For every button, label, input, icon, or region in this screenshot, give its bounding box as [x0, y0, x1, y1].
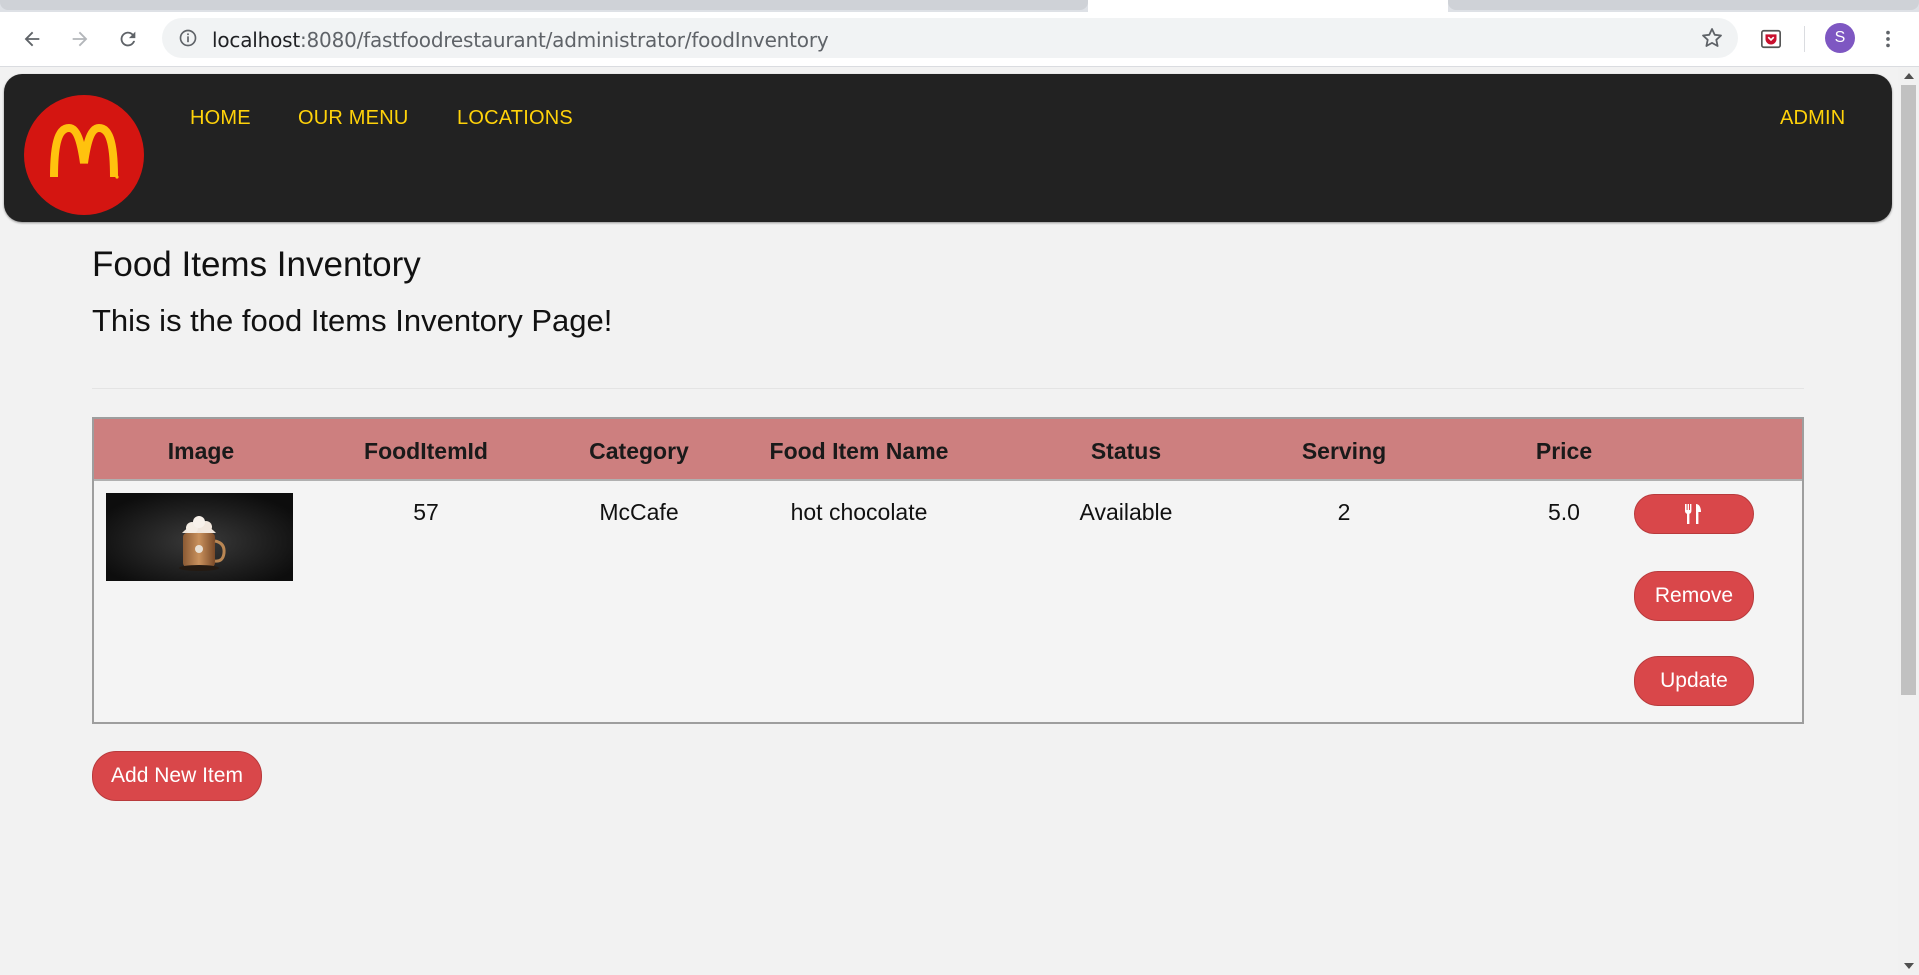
- toolbar-separator: [1804, 26, 1805, 52]
- kebab-menu-icon: [1886, 30, 1890, 48]
- cell-food-item-name: hot chocolate: [790, 499, 928, 525]
- column-header-serving: Serving: [1301, 438, 1387, 464]
- cell-fooditemid: 57: [413, 499, 439, 525]
- cell-status: Available: [1079, 499, 1173, 525]
- cell-serving: 2: [1337, 499, 1351, 525]
- reload-button[interactable]: [114, 25, 142, 53]
- remove-button[interactable]: Remove: [1634, 571, 1754, 621]
- tab-strip: [0, 0, 1919, 12]
- info-icon[interactable]: [178, 28, 198, 48]
- column-header-price: Price: [1535, 438, 1593, 464]
- cell-category: McCafe: [599, 499, 679, 525]
- reload-icon: [120, 31, 136, 47]
- pocket-extension-icon: [1761, 29, 1781, 49]
- food-item-image: [106, 493, 293, 581]
- page-subtitle: This is the food Items Inventory Page!: [92, 303, 613, 338]
- scrollbar-thumb[interactable]: [1901, 85, 1916, 695]
- cell-price: 5.0: [1548, 499, 1580, 525]
- column-header-fooditemid: FoodItemId: [364, 438, 488, 464]
- page-scrollbar[interactable]: [1898, 67, 1919, 975]
- update-button[interactable]: Update: [1634, 656, 1754, 706]
- utensils-icon: [1685, 504, 1701, 524]
- column-header-food-item-name: Food Item Name: [769, 438, 949, 464]
- scroll-down-arrow-icon[interactable]: [1904, 963, 1914, 969]
- scroll-up-arrow-icon[interactable]: [1904, 73, 1914, 79]
- column-header-category: Category: [589, 438, 689, 464]
- add-new-item-button[interactable]: Add New Item: [92, 751, 262, 801]
- bookmark-star-icon[interactable]: [1700, 26, 1724, 50]
- page-title: Food Items Inventory: [92, 245, 421, 284]
- table-header-row: Image FoodItemId Category Food Item Name…: [94, 419, 1802, 481]
- url-host: localhost: [212, 28, 300, 52]
- address-bar[interactable]: localhost:8080/fastfoodrestaurant/admini…: [162, 18, 1738, 58]
- back-arrow-icon: [24, 31, 40, 47]
- extension-button[interactable]: [1756, 24, 1786, 54]
- mcdonalds-logo[interactable]: [24, 95, 144, 215]
- nav-locations[interactable]: LOCATIONS: [457, 107, 573, 130]
- nav-admin[interactable]: ADMIN: [1780, 107, 1845, 130]
- browser-toolbar: localhost:8080/fastfoodrestaurant/admini…: [0, 12, 1919, 67]
- browser-menu-button[interactable]: [1874, 25, 1902, 53]
- hot-chocolate-photo: [106, 493, 293, 581]
- column-header-status: Status: [1090, 438, 1162, 464]
- site-navbar: HOME OUR MENU LOCATIONS ADMIN: [4, 74, 1892, 222]
- browser-tab-inactive[interactable]: [0, 0, 1088, 10]
- browser-tab-active[interactable]: [1088, 0, 1448, 12]
- golden-arches-icon: [50, 123, 119, 179]
- utensils-button[interactable]: [1634, 494, 1754, 534]
- divider: [92, 388, 1804, 389]
- forward-button[interactable]: [66, 25, 94, 53]
- profile-avatar[interactable]: S: [1825, 23, 1855, 53]
- food-inventory-table: Image FoodItemId Category Food Item Name…: [92, 417, 1804, 724]
- url-path: :8080/fastfoodrestaurant/administrator/f…: [299, 28, 829, 52]
- forward-arrow-icon: [72, 31, 88, 47]
- column-header-image: Image: [167, 438, 235, 464]
- browser-tab-inactive[interactable]: [1448, 0, 1919, 10]
- page-viewport: HOME OUR MENU LOCATIONS ADMIN Food Items…: [0, 67, 1898, 975]
- back-button[interactable]: [18, 25, 46, 53]
- nav-our-menu[interactable]: OUR MENU: [298, 107, 409, 130]
- nav-home[interactable]: HOME: [190, 107, 251, 130]
- url-text[interactable]: localhost:8080/fastfoodrestaurant/admini…: [212, 28, 829, 52]
